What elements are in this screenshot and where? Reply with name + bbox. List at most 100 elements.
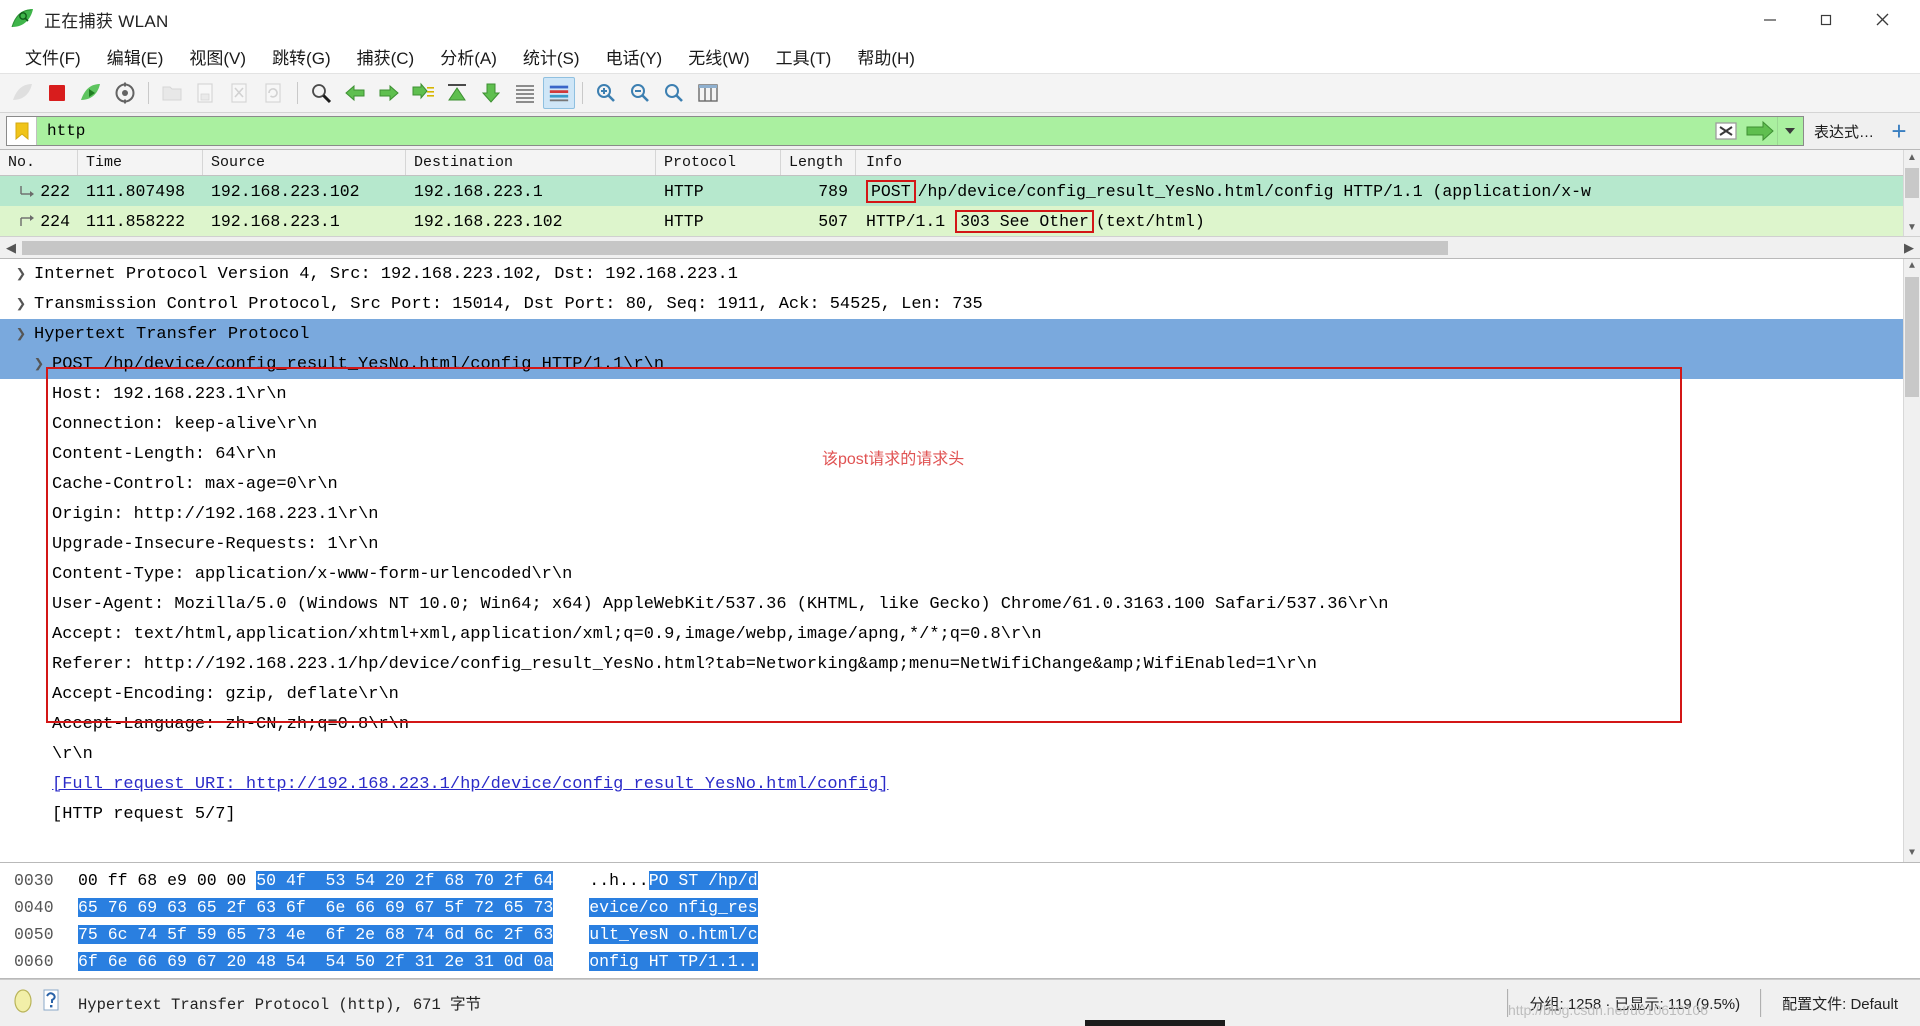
table-row[interactable]: 224 111.858222 192.168.223.1 192.168.223…: [0, 206, 1920, 236]
menu-statistics[interactable]: 统计(S): [510, 41, 593, 72]
hscroll-thumb[interactable]: [22, 240, 1448, 255]
scroll-left-icon[interactable]: ◀: [0, 240, 22, 256]
menu-analyze[interactable]: 分析(A): [427, 41, 510, 72]
detail-line-accept-language[interactable]: Accept-Language: zh-CN,zh;q=0.8\r\n: [0, 709, 1920, 739]
apply-filter-icon[interactable]: [1742, 117, 1777, 145]
scroll-up-icon[interactable]: ▲: [1904, 259, 1920, 275]
zoom-in-icon[interactable]: [590, 77, 622, 109]
colorize-icon[interactable]: [543, 77, 575, 109]
go-to-first-icon[interactable]: [441, 77, 473, 109]
maximize-button[interactable]: [1798, 0, 1854, 40]
scroll-up-icon[interactable]: ▲: [1904, 150, 1920, 166]
detail-line-http-request-num[interactable]: [HTTP request 5/7]: [0, 799, 1920, 829]
detail-line-origin[interactable]: Origin: http://192.168.223.1\r\n: [0, 499, 1920, 529]
stop-capture-icon[interactable]: [41, 77, 73, 109]
zoom-out-icon[interactable]: [624, 77, 656, 109]
find-packet-icon[interactable]: [305, 77, 337, 109]
detail-line-cache-control[interactable]: Cache-Control: max-age=0\r\n: [0, 469, 1920, 499]
save-file-icon[interactable]: [190, 77, 222, 109]
detail-line-text: Origin: http://192.168.223.1\r\n: [52, 504, 379, 524]
column-header-no[interactable]: No.: [0, 150, 78, 175]
details-vscrollbar[interactable]: ▲ ▼: [1903, 259, 1920, 862]
detail-line-user-agent[interactable]: User-Agent: Mozilla/5.0 (Windows NT 10.0…: [0, 589, 1920, 619]
menu-edit[interactable]: 编辑(E): [94, 41, 177, 72]
packet-details-pane[interactable]: ❯ Internet Protocol Version 4, Src: 192.…: [0, 259, 1920, 863]
column-header-time[interactable]: Time: [78, 150, 203, 175]
close-file-icon[interactable]: [224, 77, 256, 109]
menu-view[interactable]: 视图(V): [176, 41, 259, 72]
column-header-length[interactable]: Length: [781, 150, 856, 175]
detail-line-text[interactable]: [Full request URI: http://192.168.223.1/…: [52, 775, 889, 794]
display-filter-input[interactable]: http: [6, 116, 1804, 146]
display-filter-value[interactable]: http: [37, 117, 1709, 145]
menu-go[interactable]: 跳转(G): [259, 41, 344, 72]
vscroll-thumb[interactable]: [1905, 277, 1919, 397]
bookmark-icon[interactable]: [7, 117, 37, 145]
column-header-protocol[interactable]: Protocol: [656, 150, 781, 175]
minimize-button[interactable]: [1742, 0, 1798, 40]
chevron-down-icon[interactable]: ❯: [8, 324, 34, 345]
scroll-right-icon[interactable]: ▶: [1898, 240, 1920, 256]
auto-scroll-icon[interactable]: [509, 77, 541, 109]
clear-filter-icon[interactable]: [1708, 117, 1743, 145]
table-row[interactable]: 222 111.807498 192.168.223.102 192.168.2…: [0, 176, 1920, 206]
detail-line-accept[interactable]: Accept: text/html,application/xhtml+xml,…: [0, 619, 1920, 649]
filter-history-dropdown[interactable]: [1776, 117, 1803, 145]
go-forward-icon[interactable]: [373, 77, 405, 109]
menu-capture[interactable]: 捕获(C): [344, 41, 428, 72]
detail-line-full-request-uri[interactable]: [Full request URI: http://192.168.223.1/…: [0, 769, 1920, 799]
packet-bytes-pane[interactable]: 0030 00 ff 68 e9 00 00 50 4f 53 54 20 2f…: [0, 863, 1920, 979]
capture-status-icon[interactable]: [12, 988, 34, 1018]
column-header-source[interactable]: Source: [203, 150, 406, 175]
restart-capture-icon[interactable]: [75, 77, 107, 109]
hscroll-track[interactable]: [22, 240, 1898, 255]
menu-bar: 文件(F) 编辑(E) 视图(V) 跳转(G) 捕获(C) 分析(A) 统计(S…: [0, 40, 1920, 73]
scroll-down-icon[interactable]: ▼: [1904, 846, 1920, 862]
cell-length: 507: [818, 211, 848, 231]
go-to-packet-icon[interactable]: [407, 77, 439, 109]
menu-help[interactable]: 帮助(H): [844, 41, 928, 72]
expert-info-icon[interactable]: [40, 988, 62, 1018]
detail-line-referer[interactable]: Referer: http://192.168.223.1/hp/device/…: [0, 649, 1920, 679]
detail-line-content-type[interactable]: Content-Type: application/x-www-form-url…: [0, 559, 1920, 589]
menu-tools[interactable]: 工具(T): [763, 41, 845, 72]
detail-line-text: Content-Type: application/x-www-form-url…: [52, 564, 573, 584]
column-header-info[interactable]: Info: [856, 150, 1920, 175]
menu-telephony[interactable]: 电话(Y): [593, 41, 676, 72]
packet-list-hscrollbar[interactable]: ◀ ▶: [0, 236, 1920, 258]
column-header-destination[interactable]: Destination: [406, 150, 656, 175]
close-button[interactable]: [1854, 0, 1910, 40]
go-back-icon[interactable]: [339, 77, 371, 109]
start-capture-icon[interactable]: [7, 77, 39, 109]
vscroll-thumb[interactable]: [1905, 168, 1919, 198]
detail-line-text: Accept-Language: zh-CN,zh;q=0.8\r\n: [52, 714, 410, 734]
detail-line-http[interactable]: ❯ Hypertext Transfer Protocol: [0, 319, 1920, 349]
hex-row: 0040 65 76 69 63 65 2f 63 6f 6e 66 69 67…: [0, 894, 1920, 921]
go-to-last-icon[interactable]: [475, 77, 507, 109]
detail-line-host[interactable]: Host: 192.168.223.1\r\n: [0, 379, 1920, 409]
detail-line-blank-crlf[interactable]: \r\n: [0, 739, 1920, 769]
zoom-reset-icon[interactable]: [658, 77, 690, 109]
chevron-right-icon[interactable]: ❯: [8, 264, 34, 285]
status-profile[interactable]: 配置文件: Default: [1774, 993, 1906, 1014]
detail-line-request-line[interactable]: ❯ POST /hp/device/config_result_YesNo.ht…: [0, 349, 1920, 379]
add-filter-button[interactable]: +: [1884, 116, 1914, 146]
reload-file-icon[interactable]: [258, 77, 290, 109]
detail-line-connection[interactable]: Connection: keep-alive\r\n: [0, 409, 1920, 439]
chevron-right-icon[interactable]: ❯: [8, 294, 34, 315]
detail-line-accept-encoding[interactable]: Accept-Encoding: gzip, deflate\r\n: [0, 679, 1920, 709]
packet-list-vscrollbar[interactable]: ▲ ▼: [1903, 150, 1920, 236]
resize-columns-icon[interactable]: [692, 77, 724, 109]
filter-expression-button[interactable]: 表达式…: [1804, 121, 1884, 142]
menu-file[interactable]: 文件(F): [12, 41, 94, 72]
detail-line-upgrade-insecure[interactable]: Upgrade-Insecure-Requests: 1\r\n: [0, 529, 1920, 559]
scroll-down-icon[interactable]: ▼: [1904, 220, 1920, 236]
response-arrow-icon: [20, 215, 35, 226]
detail-line-ip[interactable]: ❯ Internet Protocol Version 4, Src: 192.…: [0, 259, 1920, 289]
detail-line-text: User-Agent: Mozilla/5.0 (Windows NT 10.0…: [52, 594, 1389, 614]
capture-options-icon[interactable]: [109, 77, 141, 109]
open-file-icon[interactable]: [156, 77, 188, 109]
detail-line-tcp[interactable]: ❯ Transmission Control Protocol, Src Por…: [0, 289, 1920, 319]
menu-wireless[interactable]: 无线(W): [675, 41, 762, 72]
chevron-right-icon[interactable]: ❯: [26, 354, 52, 375]
